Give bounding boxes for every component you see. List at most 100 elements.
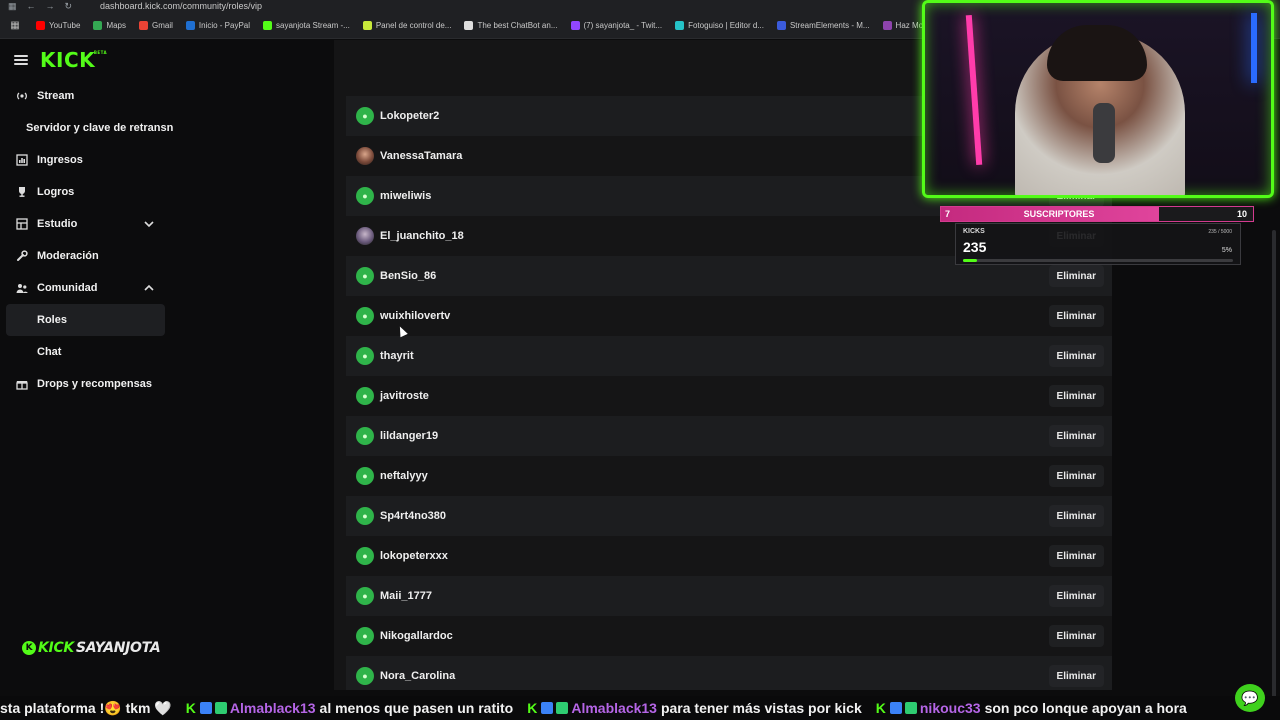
sidebar-item-revenue[interactable]: Ingresos	[0, 144, 182, 176]
bookmark-item[interactable]: Panel de control de...	[362, 20, 451, 30]
avatar[interactable]	[356, 147, 374, 165]
bookmark-item[interactable]: (7) sayanjota_ - Twit...	[570, 20, 662, 30]
avatar[interactable]: ●	[356, 267, 374, 285]
kick-badge-icon: K	[875, 700, 886, 716]
remove-vip-button[interactable]: Eliminar	[1048, 625, 1104, 647]
bookmark-item[interactable]: Haz Moc	[882, 20, 927, 30]
table-row: ● javitroste Eliminar	[346, 376, 1112, 416]
chevron-down-icon[interactable]	[144, 219, 154, 229]
sidebar-item-chat[interactable]: Chat	[0, 336, 182, 368]
avatar[interactable]	[356, 227, 374, 245]
remove-vip-button[interactable]: Eliminar	[1048, 265, 1104, 287]
username[interactable]: Sp4rt4no380	[380, 510, 446, 522]
sidebar-item-drops[interactable]: Drops y recompensas	[0, 368, 182, 400]
avatar[interactable]: ●	[356, 427, 374, 445]
remove-vip-button[interactable]: Eliminar	[1048, 305, 1104, 327]
username[interactable]: Nikogallardoc	[380, 630, 453, 642]
avatar[interactable]: ●	[356, 547, 374, 565]
remove-vip-button[interactable]: Eliminar	[1048, 665, 1104, 687]
username[interactable]: VanessaTamara	[380, 150, 462, 162]
avatar[interactable]: ●	[356, 107, 374, 125]
username[interactable]: Maii_1777	[380, 590, 432, 602]
avatar[interactable]: ●	[356, 187, 374, 205]
bookmark-label: YouTube	[49, 20, 81, 30]
avatar[interactable]: ●	[356, 467, 374, 485]
remove-vip-button[interactable]: Eliminar	[1048, 585, 1104, 607]
bar-chart-icon	[16, 154, 28, 166]
address-bar[interactable]: dashboard.kick.com/community/roles/vip	[100, 1, 262, 11]
username[interactable]: javitroste	[380, 390, 429, 402]
page-scrollbar[interactable]	[1272, 230, 1276, 700]
bookmark-label: The best ChatBot an...	[477, 20, 558, 30]
bookmark-label: Fotoguiso | Editor d...	[688, 20, 764, 30]
bookmark-item[interactable]: Gmail	[139, 20, 173, 30]
sidebar-item-label: Moderación	[37, 250, 99, 262]
bookmark-favicon-icon	[139, 20, 148, 30]
reload-icon[interactable]: ↻	[65, 1, 73, 12]
kick-logo[interactable]: KICK BETA	[40, 48, 107, 72]
remove-vip-button[interactable]: Eliminar	[1048, 345, 1104, 367]
sidebar-item-studio[interactable]: Estudio	[0, 208, 182, 240]
username[interactable]: Lokopeter2	[380, 110, 439, 122]
sidebar-item-server-key[interactable]: Servidor y clave de retransn	[0, 112, 182, 144]
streamer-hair	[1047, 25, 1147, 81]
username[interactable]: lokopeterxxx	[380, 550, 448, 562]
avatar[interactable]: ●	[356, 507, 374, 525]
neon-light-blue	[1251, 13, 1257, 83]
username[interactable]: wuixhilovertv	[380, 310, 450, 322]
sub-goal-label: SUSCRIPTORES	[1023, 209, 1095, 219]
table-row: ● lokopeterxxx Eliminar	[346, 536, 1112, 576]
sidebar: KICK BETA Stream Servidor y clave de retr…	[0, 40, 182, 690]
menu-icon[interactable]	[14, 55, 28, 65]
grid-icon[interactable]: ▦	[8, 1, 17, 12]
bookmark-item[interactable]: Inicio - PayPal	[185, 20, 250, 30]
sidebar-item-achievements[interactable]: Logros	[0, 176, 182, 208]
username[interactable]: miweliwis	[380, 190, 431, 202]
screen: ▦ ← → ↻ dashboard.kick.com/community/rol…	[0, 0, 1280, 720]
table-row: ● Maii_1777 Eliminar	[346, 576, 1112, 616]
username[interactable]: BenSio_86	[380, 270, 436, 282]
username[interactable]: neftalyyy	[380, 470, 428, 482]
sidebar-item-stream[interactable]: Stream	[0, 80, 182, 112]
table-row: ● Nora_Carolina Eliminar	[346, 656, 1112, 690]
avatar[interactable]: ●	[356, 307, 374, 325]
apps-icon[interactable]: ▦	[6, 20, 24, 31]
bookmark-item[interactable]: Fotoguiso | Editor d...	[675, 20, 764, 30]
bookmark-item[interactable]: StreamElements - M...	[776, 20, 870, 30]
bookmark-item[interactable]: The best ChatBot an...	[464, 20, 558, 30]
sidebar-header: KICK BETA	[0, 40, 182, 80]
table-row: ● neftalyyy Eliminar	[346, 456, 1112, 496]
remove-vip-button[interactable]: Eliminar	[1048, 465, 1104, 487]
bookmark-item[interactable]: YouTube	[36, 20, 81, 30]
username[interactable]: El_juanchito_18	[380, 230, 464, 242]
avatar[interactable]: ●	[356, 627, 374, 645]
bookmark-item[interactable]: sayanjota Stream -...	[263, 20, 350, 30]
table-row: ● wuixhilovertv Eliminar	[346, 296, 1112, 336]
username[interactable]: lildanger19	[380, 430, 438, 442]
avatar[interactable]: ●	[356, 667, 374, 685]
forward-icon[interactable]: →	[46, 1, 55, 12]
sidebar-item-moderation[interactable]: Moderación	[0, 240, 182, 272]
remove-vip-button[interactable]: Eliminar	[1048, 385, 1104, 407]
chevron-up-icon[interactable]	[144, 283, 154, 293]
username[interactable]: thayrit	[380, 350, 414, 362]
kicks-label: KICKS	[963, 228, 985, 235]
chat-bubble-icon[interactable]: 💬	[1235, 684, 1265, 712]
avatar[interactable]: ●	[356, 347, 374, 365]
broadcast-icon	[16, 90, 28, 102]
username[interactable]: Nora_Carolina	[380, 670, 455, 682]
sidebar-item-label: Ingresos	[37, 154, 83, 166]
sidebar-item-community[interactable]: Comunidad	[0, 272, 182, 304]
avatar[interactable]: ●	[356, 587, 374, 605]
kicks-goal-text: 235 / 5000	[1208, 229, 1232, 235]
subscriber-goal-bar: 7 SUSCRIPTORES 10	[940, 206, 1254, 222]
remove-vip-button[interactable]: Eliminar	[1048, 425, 1104, 447]
bookmark-favicon-icon	[36, 20, 45, 30]
remove-vip-button[interactable]: Eliminar	[1048, 505, 1104, 527]
remove-vip-button[interactable]: Eliminar	[1048, 545, 1104, 567]
sidebar-item-roles[interactable]: Roles	[6, 304, 165, 336]
bookmark-item[interactable]: Maps	[93, 20, 126, 30]
back-icon[interactable]: ←	[27, 1, 36, 12]
users-icon	[16, 282, 28, 294]
avatar[interactable]: ●	[356, 387, 374, 405]
